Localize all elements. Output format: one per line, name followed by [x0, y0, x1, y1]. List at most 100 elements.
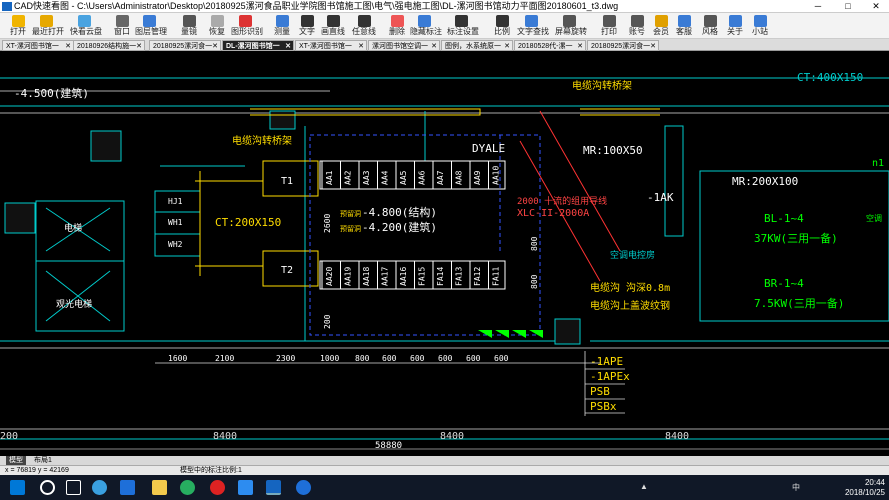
- layout1-tab[interactable]: 布局1: [34, 456, 52, 465]
- layers-icon: [142, 15, 156, 27]
- toolbar-button-22[interactable]: 风格: [696, 14, 724, 38]
- panel-label-bottom: FA11: [492, 267, 501, 286]
- toolbar-button-label: 风格: [702, 27, 718, 36]
- toolbar-button-15[interactable]: 比例: [488, 14, 516, 38]
- toolbar-button-7[interactable]: 图形识别: [231, 14, 263, 38]
- edge-browser-icon[interactable]: [120, 480, 135, 495]
- xlc-label: XLC-II-2000A: [517, 208, 589, 219]
- tab-label: 漯河图书馆空调一: [372, 43, 428, 50]
- toolbar-button-1[interactable]: 最近打开: [32, 14, 64, 38]
- cad-viewer-taskbar-icon[interactable]: [266, 480, 281, 495]
- tab-label: 20180925漯河食一: [591, 43, 651, 50]
- tab-close-icon[interactable]: ✕: [650, 41, 656, 50]
- close-button[interactable]: ✕: [866, 0, 886, 13]
- panel-label-top: AA6: [418, 170, 427, 185]
- measure-icon: [275, 15, 289, 27]
- pinned-app-icon[interactable]: [92, 480, 107, 495]
- dim-vertical-2: 800: [530, 236, 539, 251]
- toolbar-button-9[interactable]: 文字: [293, 14, 321, 38]
- panel-label-top: AA2: [344, 170, 353, 185]
- dimension-label: 1600: [168, 354, 187, 363]
- network-icon[interactable]: ▲: [640, 482, 648, 491]
- file-explorer-icon[interactable]: [152, 480, 167, 495]
- toolbar-button-4[interactable]: 图层管理: [135, 14, 167, 38]
- toolbar-button-14[interactable]: 标注设置: [447, 14, 479, 38]
- document-tab[interactable]: 20180528代-漯一 ✕: [514, 40, 586, 51]
- toolbar-button-label: 打印: [601, 27, 617, 36]
- note-2000-label: 2000 十流的组用导线: [517, 195, 607, 207]
- cortana-icon[interactable]: [40, 480, 55, 495]
- document-tab[interactable]: DL-漯河图书馆一 ✕: [222, 40, 294, 51]
- toolbar-button-11[interactable]: 任意线: [350, 14, 378, 38]
- ape2-label: -1APEx: [590, 370, 630, 383]
- tab-close-icon[interactable]: ✕: [577, 41, 583, 50]
- model-tab[interactable]: 模型: [6, 456, 26, 465]
- toolbar-button-5[interactable]: 量镜: [175, 14, 203, 38]
- br-label: BR-1~4: [764, 277, 804, 290]
- task-view-icon[interactable]: [66, 480, 81, 495]
- toolbar-button-16[interactable]: 文字查找: [517, 14, 549, 38]
- toolbar-button-17[interactable]: 屏幕旋转: [555, 14, 587, 38]
- toolbar-button-24[interactable]: 小站: [746, 14, 774, 38]
- toolbar-button-label: 图层管理: [135, 27, 167, 36]
- toolbar-button-10[interactable]: 画直线: [319, 14, 347, 38]
- tab-close-icon[interactable]: ✕: [65, 41, 71, 50]
- dimension-label-large: 8400: [213, 431, 237, 442]
- toolbar-button-12[interactable]: 删除: [383, 14, 411, 38]
- tab-label: XT-漯河图书馆一: [6, 43, 59, 50]
- total-dimension: 58880: [375, 441, 402, 451]
- tab-close-icon[interactable]: ✕: [358, 41, 364, 50]
- system-clock[interactable]: 20:44 2018/10/25: [845, 478, 885, 498]
- toolbar-button-18[interactable]: 打印: [595, 14, 623, 38]
- minimize-button[interactable]: ─: [808, 0, 828, 13]
- tab-close-icon[interactable]: ✕: [136, 41, 142, 50]
- tab-close-icon[interactable]: ✕: [504, 41, 510, 50]
- toolbar-button-label: 最近打开: [32, 27, 64, 36]
- toolbar-button-13[interactable]: 隐藏标注: [410, 14, 442, 38]
- app-a-icon[interactable]: [238, 480, 253, 495]
- document-tab[interactable]: 图例，水系统原一 ✕: [441, 40, 513, 51]
- document-tab[interactable]: 漯河图书馆空调一 ✕: [368, 40, 440, 51]
- cad-drawing-canvas[interactable]: -4.500(建筑) 电缆沟转桥架 电缆沟转桥架 CT:400X150 CT:2…: [0, 51, 889, 456]
- tab-close-icon[interactable]: ✕: [431, 41, 437, 50]
- mr100-label: MR:100X50: [583, 144, 643, 157]
- tab-close-icon[interactable]: ✕: [285, 41, 291, 50]
- toolbar-button-label: 文字查找: [517, 27, 549, 36]
- ape1-label: -1APE: [590, 355, 623, 368]
- panel-label-top: AA10: [492, 166, 501, 185]
- toolbar-button-23[interactable]: 关于: [721, 14, 749, 38]
- eraser-icon: [390, 15, 404, 27]
- mr200-label: MR:200X100: [732, 175, 798, 188]
- document-tab[interactable]: XT-漯河图书馆一 ✕: [295, 40, 367, 51]
- toolbar-button-2[interactable]: 快看云盘: [70, 14, 102, 38]
- toolbar-button-6[interactable]: 恢复: [203, 14, 231, 38]
- support-icon: [677, 15, 691, 27]
- toolbar-button-21[interactable]: 客服: [670, 14, 698, 38]
- tab-close-icon[interactable]: ✕: [212, 41, 218, 50]
- toolbar-button-0[interactable]: 打开: [4, 14, 32, 38]
- dimension-label: 2300: [276, 354, 295, 363]
- toolbar-button-8[interactable]: 测量: [268, 14, 296, 38]
- netease-music-icon[interactable]: [210, 480, 225, 495]
- ie-browser-icon[interactable]: [296, 480, 311, 495]
- tab-label: XT-漯河图书馆一: [299, 43, 352, 50]
- browser-360-icon[interactable]: [180, 480, 195, 495]
- cloud-icon: [77, 15, 91, 27]
- document-tab[interactable]: 20180925漯河食一 ✕: [149, 40, 221, 51]
- start-button-icon[interactable]: [10, 480, 25, 495]
- panel-label-top: AA1: [325, 170, 334, 185]
- ime-indicator[interactable]: 中: [792, 482, 800, 493]
- account-icon: [630, 15, 644, 27]
- windows-taskbar: ▲ 中 20:44 2018/10/25: [0, 475, 889, 500]
- toolbar: 打开 最近打开 快看云盘 窗口 图层管理 量镜 恢复 图形识别 测量 文字 画直线 任意线 删除 隐藏标注…: [0, 13, 889, 39]
- document-tab[interactable]: XT-漯河图书馆一 ✕: [2, 40, 74, 51]
- site-icon: [753, 15, 767, 27]
- document-tab[interactable]: 20180926结构施一 ✕: [73, 40, 145, 51]
- document-tab[interactable]: 20180925漯河食一 ✕: [587, 40, 659, 51]
- reserved-hole-label-2: 预留洞: [340, 224, 361, 233]
- toolbar-button-3[interactable]: 窗口: [108, 14, 136, 38]
- polyline-icon: [357, 15, 371, 27]
- info-icon: [728, 15, 742, 27]
- maximize-button[interactable]: □: [838, 0, 858, 13]
- ac-label: 空调: [866, 213, 882, 223]
